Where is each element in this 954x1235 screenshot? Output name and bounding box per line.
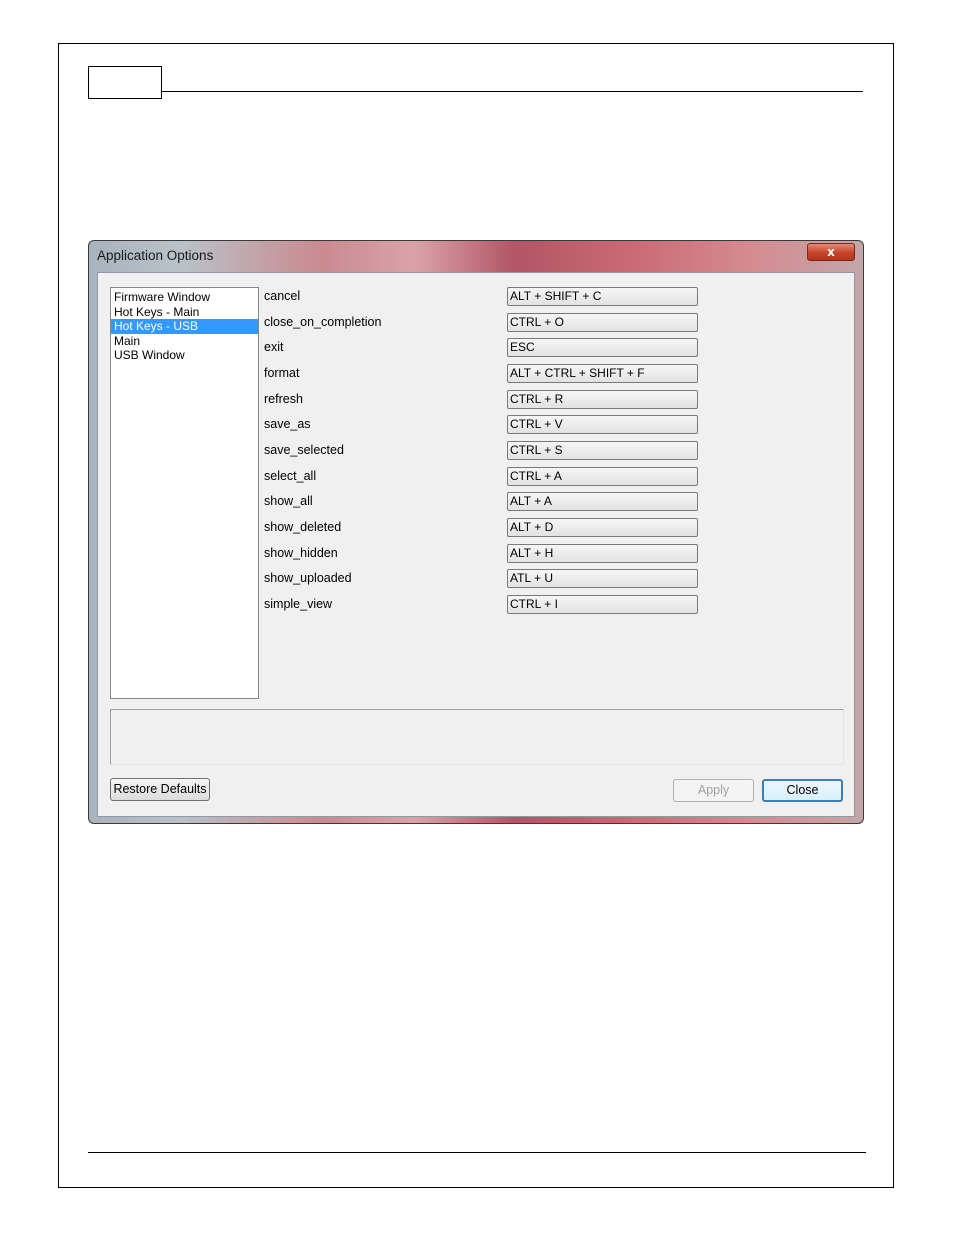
hotkey-action-label: format	[264, 365, 300, 380]
hotkey-combination-field[interactable]: ALT + A	[507, 492, 698, 512]
hotkey-action-label: save_as	[264, 417, 311, 432]
category-item[interactable]: USB Window	[111, 348, 258, 363]
hotkey-combination-field[interactable]: CTRL + O	[507, 312, 698, 332]
hotkey-combination-field[interactable]: CTRL + R	[507, 389, 698, 409]
category-list[interactable]: Firmware Window Hot Keys - Main Hot Keys -…	[110, 287, 259, 699]
category-item[interactable]: Main	[111, 334, 258, 349]
close-icon-glyph: x	[827, 245, 835, 259]
hotkey-combination-field[interactable]: ALT + CTRL + SHIFT + F	[507, 363, 698, 383]
hotkey-action-label: refresh	[264, 391, 303, 406]
category-item[interactable]: Hot Keys - Main	[111, 305, 258, 320]
dialog-client-area: Firmware Window Hot Keys - Main Hot Keys -…	[97, 272, 855, 817]
window-title: Application Options	[97, 248, 214, 263]
hotkey-combination-field[interactable]: CTRL + A	[507, 466, 698, 486]
hotkey-combination-field[interactable]: ESC	[507, 338, 698, 358]
application-options-window: Application Options x Firmware Window Hot…	[88, 240, 864, 824]
hotkey-combination-field[interactable]: CTRL + S	[507, 440, 698, 460]
hotkey-combination-field[interactable]: CTRL + V	[507, 415, 698, 435]
restore-defaults-button[interactable]: Restore Defaults	[110, 778, 210, 801]
hotkey-combination-field[interactable]: ALT + D	[507, 517, 698, 537]
description-panel	[110, 709, 844, 765]
hotkey-action-label: save_selected	[264, 442, 344, 457]
close-icon[interactable]: x	[807, 243, 855, 261]
hotkey-combination-field[interactable]: ALT + H	[507, 543, 698, 563]
apply-button[interactable]: Apply	[673, 779, 754, 802]
header-rule	[162, 91, 863, 92]
hotkey-action-label: show_deleted	[264, 519, 342, 534]
hotkey-combination-field[interactable]: CTRL + I	[507, 594, 698, 614]
hotkey-action-label: close_on_completion	[264, 314, 382, 329]
hotkey-action-label: show_hidden	[264, 545, 338, 560]
footer-rule	[88, 1152, 866, 1153]
hotkey-combination-field[interactable]: ATL + U	[507, 569, 698, 589]
category-item[interactable]: Firmware Window	[111, 290, 258, 305]
hotkey-action-label: simple_view	[264, 596, 333, 611]
hotkey-action-label: select_all	[264, 468, 317, 483]
page-number-box	[88, 66, 162, 99]
hotkey-action-label: show_uploaded	[264, 571, 352, 586]
hotkey-action-label: show_all	[264, 494, 313, 509]
hotkey-combination-field[interactable]: ALT + SHIFT + C	[507, 287, 698, 306]
hotkey-action-label: cancel	[264, 289, 301, 303]
title-bar[interactable]: Application Options x	[89, 241, 863, 271]
hotkey-action-label: exit	[264, 340, 284, 355]
close-button[interactable]: Close	[762, 779, 843, 802]
category-item[interactable]: Hot Keys - USB	[111, 319, 258, 334]
